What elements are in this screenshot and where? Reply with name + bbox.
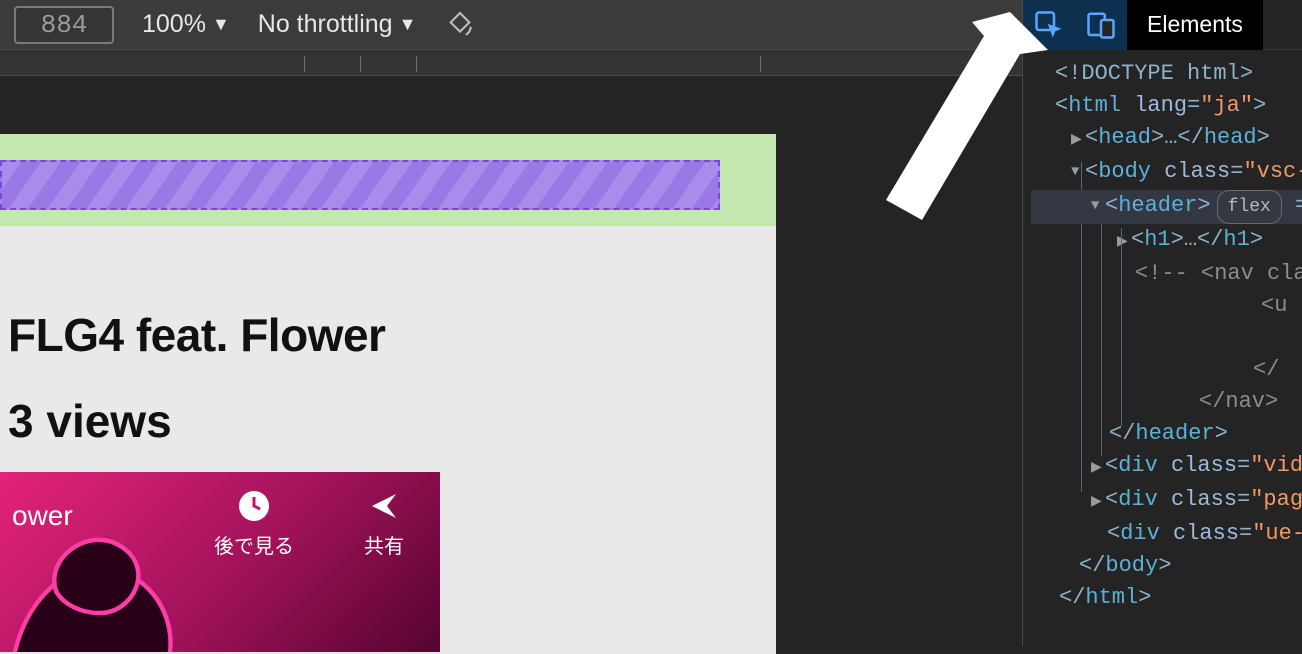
dom-head[interactable]: ▶<head>…</head>	[1031, 122, 1302, 156]
disclosure-triangle-icon[interactable]: ▶	[1071, 124, 1085, 156]
dom-comment[interactable]: </	[1031, 354, 1302, 386]
dom-body-open[interactable]: ▼<body class="vsc-i	[1031, 156, 1302, 190]
toggle-device-toolbar-button[interactable]	[1075, 0, 1127, 50]
devtools-panel: Elements <!DOCTYPE html> <html lang="ja"…	[1022, 0, 1302, 646]
rendered-viewport: FLG4 feat. Flower 3 views ower 後で見る 共有	[0, 76, 1022, 646]
dom-comment[interactable]: <u	[1031, 290, 1302, 322]
flex-badge[interactable]: flex	[1217, 190, 1282, 224]
inspect-element-button[interactable]	[1023, 0, 1075, 50]
dom-header-open[interactable]: ▼<header>flex =	[1031, 190, 1302, 224]
dom-div-ues[interactable]: <div class="ue-s	[1031, 518, 1302, 550]
dom-h1[interactable]: ▶<h1>…</h1>	[1031, 224, 1302, 258]
share-icon	[366, 488, 402, 524]
share-label: 共有	[364, 530, 404, 559]
viewport-width-input[interactable]: 884	[14, 6, 114, 44]
share-button[interactable]: 共有	[364, 488, 404, 559]
chevron-down-icon: ▼	[212, 14, 230, 35]
disclosure-triangle-icon[interactable]: ▶	[1091, 452, 1105, 484]
dom-blank	[1031, 322, 1302, 354]
disclosure-triangle-icon[interactable]: ▶	[1091, 486, 1105, 518]
dom-nav-close[interactable]: </nav>	[1031, 386, 1302, 418]
zoom-value: 100%	[142, 10, 206, 39]
dom-doctype[interactable]: <!DOCTYPE html>	[1031, 58, 1302, 90]
dom-body-close[interactable]: </body>	[1031, 550, 1302, 582]
dom-comment[interactable]: <!-- <nav clas	[1031, 258, 1302, 290]
dom-header-close[interactable]: </header>	[1031, 418, 1302, 450]
zoom-dropdown[interactable]: 100% ▼	[142, 10, 230, 39]
header-highlight-content	[0, 160, 720, 210]
dom-html-open[interactable]: <html lang="ja">	[1031, 90, 1302, 122]
tab-elements[interactable]: Elements	[1127, 0, 1263, 50]
more-options-icon[interactable]: ⋯	[983, 16, 1014, 40]
dom-div-vide[interactable]: ▶<div class="vide	[1031, 450, 1302, 484]
page-canvas[interactable]: FLG4 feat. Flower 3 views ower 後で見る 共有	[0, 134, 776, 654]
video-title: FLG4 feat. Flower	[8, 308, 385, 362]
devtools-tabbar: Elements	[1023, 0, 1302, 50]
disclosure-triangle-open-icon[interactable]: ▼	[1071, 156, 1085, 188]
dom-div-pagi[interactable]: ▶<div class="pagi	[1031, 484, 1302, 518]
chevron-down-icon: ▼	[399, 14, 417, 35]
disclosure-triangle-icon[interactable]: ▶	[1117, 226, 1131, 258]
throttling-value: No throttling	[258, 10, 393, 39]
header-highlight-margin	[0, 134, 776, 226]
rotate-icon[interactable]	[444, 9, 476, 41]
watch-later-button[interactable]: 後で見る	[214, 488, 294, 559]
video-views: 3 views	[8, 394, 172, 448]
throttling-dropdown[interactable]: No throttling ▼	[258, 10, 417, 39]
clock-icon	[236, 488, 272, 524]
disclosure-triangle-open-icon[interactable]: ▼	[1091, 190, 1105, 222]
dom-tree[interactable]: <!DOCTYPE html> <html lang="ja"> ▶<head>…	[1023, 50, 1302, 614]
watch-later-label: 後で見る	[214, 530, 294, 559]
video-thumbnail[interactable]: ower 後で見る 共有	[0, 472, 440, 652]
dom-html-close[interactable]: </html>	[1031, 582, 1302, 614]
